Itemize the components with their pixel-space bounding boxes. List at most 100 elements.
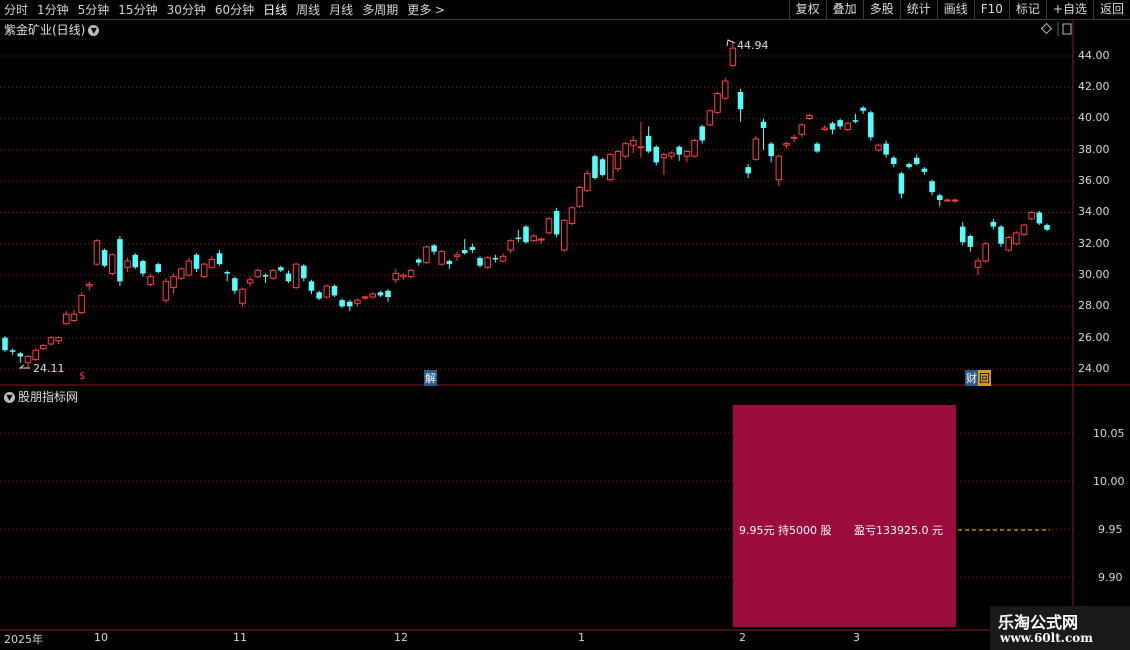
candle (737, 88, 744, 122)
candle-body (24, 355, 32, 364)
candle (239, 287, 246, 307)
candle-body (706, 110, 714, 126)
position-text: 9.95元 持5000 股 (739, 524, 832, 537)
candle (392, 268, 400, 283)
candle-body (1013, 232, 1020, 245)
candle-body (599, 159, 606, 175)
candle (492, 254, 499, 263)
y-label: 26.00 (1078, 331, 1110, 344)
x-label: 12 (394, 631, 408, 644)
candle (760, 118, 767, 150)
candle (507, 239, 514, 254)
candle-body (232, 278, 238, 291)
candle (285, 270, 292, 283)
chevron-down-icon[interactable]: ▼ (88, 25, 100, 36)
candle (584, 170, 591, 193)
y-label: 34.00 (1078, 205, 1110, 218)
candle (515, 229, 522, 243)
candle (301, 264, 307, 282)
candle (177, 267, 185, 280)
candle-body (561, 219, 568, 251)
candle-body (1036, 212, 1043, 224)
candle-body (760, 121, 767, 128)
candle-body (369, 293, 377, 298)
buyback-marker[interactable]: 回 (978, 370, 991, 386)
candle (117, 235, 123, 287)
stock-name: 紫金矿业(日线) (4, 23, 86, 37)
candle (982, 242, 989, 263)
candle (155, 262, 161, 274)
candle-body (484, 257, 491, 268)
candle (783, 142, 790, 149)
candle (354, 298, 361, 307)
candle (316, 290, 322, 301)
candle-body (155, 264, 161, 272)
candle (814, 142, 820, 154)
candle-body (913, 157, 920, 164)
candle (1020, 223, 1028, 236)
candle (2, 336, 8, 352)
candle (369, 292, 377, 299)
candle-body (70, 313, 78, 321)
candle (936, 193, 943, 207)
y-label: 42.00 (1078, 80, 1110, 93)
candle-body (959, 226, 966, 243)
candle (837, 118, 843, 130)
candle-body (254, 269, 262, 278)
min-price-marker (18, 364, 30, 369)
candle-body (883, 143, 889, 155)
y-label: 44.00 (1078, 49, 1110, 62)
dividend-marker[interactable]: $ (79, 371, 85, 382)
candle-body (829, 123, 836, 130)
candle-body (622, 143, 629, 157)
candle-body (929, 181, 935, 193)
y-label: 30.00 (1078, 268, 1110, 281)
candle (407, 268, 415, 279)
candle-body (140, 261, 146, 274)
panel-toggle-icon[interactable] (1062, 23, 1072, 35)
financial-report-marker[interactable]: 财 (965, 370, 978, 386)
candle-body (1044, 225, 1050, 230)
diamond-icon[interactable] (1040, 22, 1053, 35)
candle-body (392, 273, 400, 281)
candle-body (699, 126, 705, 141)
candle-body (1020, 224, 1028, 235)
candle-body (982, 243, 989, 262)
kline-chart[interactable] (0, 0, 1130, 650)
candle-body (868, 112, 874, 138)
candle-body (783, 143, 790, 146)
candle (499, 253, 507, 263)
candle (568, 206, 576, 226)
candle (898, 171, 905, 199)
unlock-marker[interactable]: 解 (424, 370, 437, 386)
candle-body (224, 271, 230, 274)
candle (361, 295, 369, 301)
candle-body (32, 349, 39, 361)
candle (691, 138, 698, 158)
candle-body (714, 93, 721, 113)
candle (446, 259, 453, 269)
candle-body (721, 80, 729, 99)
candle-body (768, 143, 774, 157)
candle (538, 237, 545, 244)
candle-body (676, 146, 682, 155)
candle (1013, 231, 1020, 246)
candle-body (446, 261, 453, 265)
candle-body (63, 313, 70, 325)
candle-body (875, 144, 882, 151)
candle (140, 259, 146, 277)
candle (699, 124, 705, 144)
candle-body (821, 127, 829, 131)
chevron-down-icon[interactable]: ▼ (4, 392, 15, 403)
candle-body (339, 300, 345, 307)
candle-body (200, 263, 208, 278)
x-label: 1 (578, 631, 585, 644)
candle (929, 179, 935, 196)
candle (545, 217, 553, 235)
candle-body (124, 260, 131, 268)
candle-body (246, 279, 254, 284)
candle-body (438, 251, 445, 265)
chart-frame (0, 20, 1130, 631)
candle (32, 348, 39, 362)
candle-body (568, 207, 576, 224)
